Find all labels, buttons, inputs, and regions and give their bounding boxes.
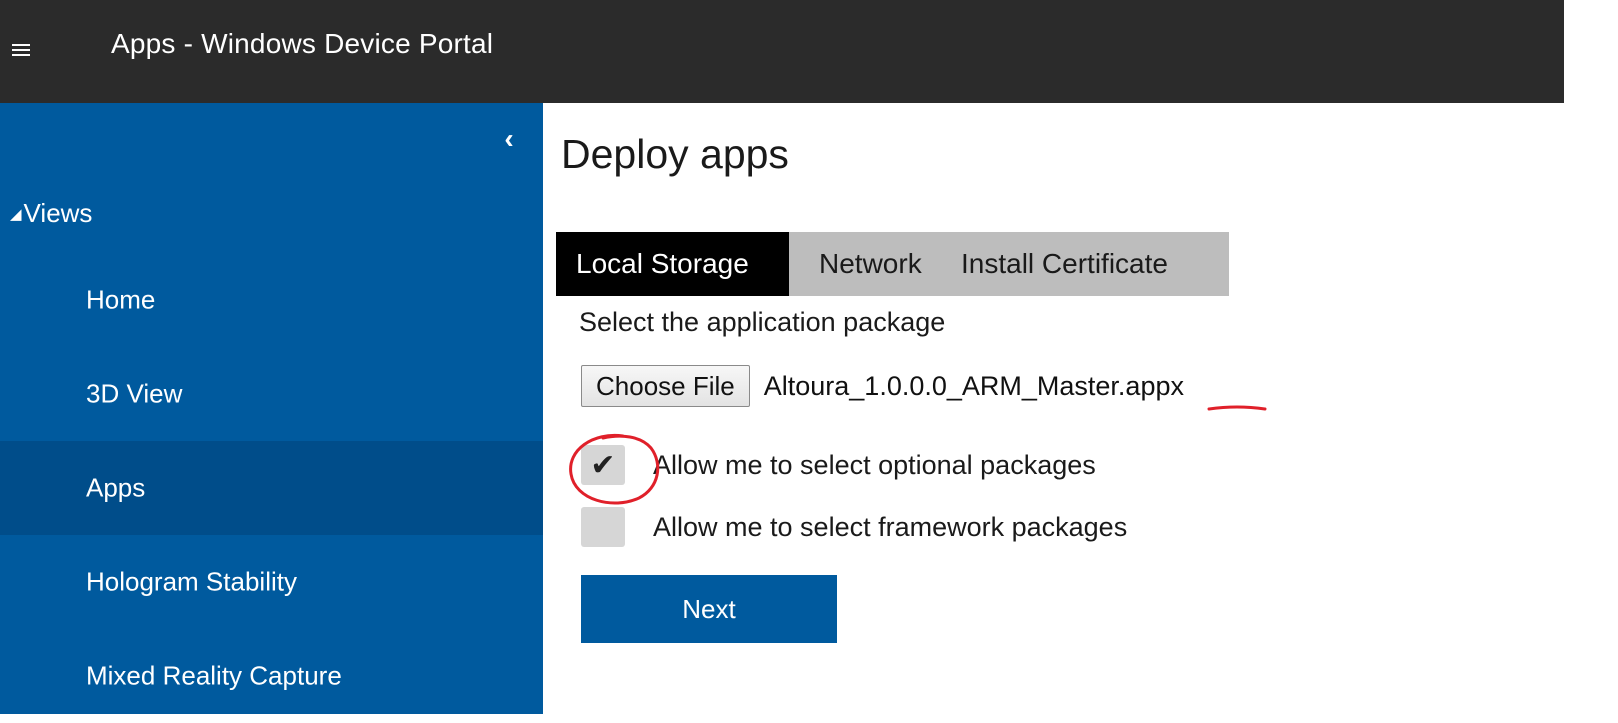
sidebar-item-apps[interactable]: Apps	[0, 441, 543, 535]
chevron-left-icon[interactable]: ‹	[497, 125, 521, 153]
tab-network[interactable]: Network	[789, 232, 961, 296]
sidebar-item-label: 3D View	[86, 378, 183, 409]
select-package-label: Select the application package	[579, 307, 946, 337]
sidebar-section-label: Views	[23, 198, 93, 228]
sidebar-item-mixed-reality-capture[interactable]: Mixed Reality Capture	[0, 629, 543, 723]
sidebar-item-home[interactable]: Home	[0, 253, 543, 347]
framework-packages-option: Allow me to select framework packages	[581, 505, 1127, 549]
red-underline-annotation	[1207, 405, 1267, 411]
optional-packages-label: Allow me to select optional packages	[653, 449, 1096, 480]
choose-file-button[interactable]: Choose File	[581, 365, 750, 407]
sidebar: ‹ ◢Views Home 3D View Apps Hologram Stab…	[0, 103, 543, 714]
title-bar: Apps - Windows Device Portal	[0, 0, 1564, 103]
sidebar-item-label: Hologram Stability	[86, 566, 297, 597]
framework-packages-label: Allow me to select framework packages	[653, 511, 1128, 542]
next-button[interactable]: Next	[581, 575, 837, 643]
page-title: Deploy apps	[561, 131, 789, 177]
sidebar-item-label: Home	[86, 284, 156, 315]
app-title: Apps - Windows Device Portal	[111, 28, 494, 59]
sidebar-item-label: Apps	[86, 472, 146, 503]
framework-packages-checkbox[interactable]	[581, 507, 625, 547]
sidebar-item-hologram-stability[interactable]: Hologram Stability	[0, 535, 543, 629]
triangle-down-icon: ◢	[10, 206, 22, 223]
file-input-row: Choose File Altoura_1.0.0.0_ARM_Master.a…	[581, 364, 1184, 408]
red-circle-annotation	[569, 433, 660, 505]
tab-bar: Local Storage Network Install Certificat…	[556, 232, 1229, 296]
sidebar-item-label: Mixed Reality Capture	[86, 660, 342, 691]
tab-local-storage[interactable]: Local Storage	[556, 232, 789, 296]
sidebar-item-3d-view[interactable]: 3D View	[0, 347, 543, 441]
tab-install-certificate[interactable]: Install Certificate	[961, 232, 1168, 296]
sidebar-section-views[interactable]: ◢Views	[10, 198, 92, 229]
main-content: Deploy apps Local Storage Network Instal…	[543, 103, 1618, 714]
hamburger-menu-icon[interactable]	[12, 40, 32, 58]
selected-file-name: Altoura_1.0.0.0_ARM_Master.appx	[763, 370, 1184, 401]
